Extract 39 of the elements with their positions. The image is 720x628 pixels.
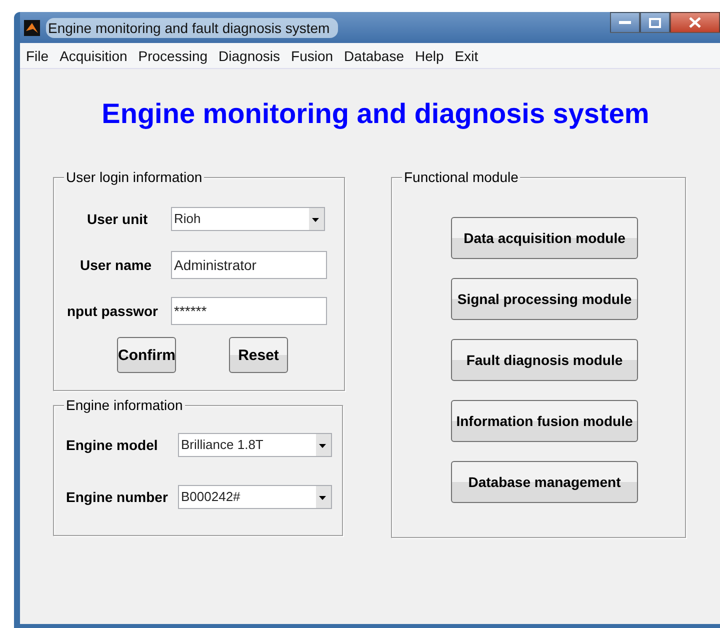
- close-icon: [689, 17, 701, 28]
- menu-item[interactable]: Exit: [448, 48, 484, 64]
- module-button[interactable]: Data acquisition module: [451, 217, 638, 259]
- menu-item[interactable]: Processing: [132, 48, 213, 64]
- menu-item[interactable]: Diagnosis: [212, 48, 286, 64]
- field-label: Engine number: [66, 489, 169, 505]
- dropdown[interactable]: Brilliance 1.8T: [178, 433, 332, 457]
- action-button[interactable]: Confirm: [117, 337, 176, 373]
- field-label: Engine model: [66, 437, 159, 453]
- dropdown[interactable]: B000242#: [178, 485, 332, 509]
- page-heading: Engine monitoring and diagnosis system: [100, 97, 650, 131]
- close-button[interactable]: [670, 12, 720, 33]
- caret-icon: [319, 444, 326, 448]
- menu-item[interactable]: Database: [338, 48, 409, 64]
- module-button[interactable]: Signal processing module: [451, 278, 638, 320]
- maximize-button[interactable]: [640, 12, 670, 33]
- menu-item[interactable]: Help: [408, 48, 449, 64]
- group-title: Engine information: [64, 397, 185, 414]
- menu-item[interactable]: Acquisition: [54, 48, 132, 64]
- dropdown[interactable]: Rioh: [171, 207, 325, 231]
- group-title: User login information: [64, 169, 204, 186]
- module-button[interactable]: Fault diagnosis module: [451, 339, 638, 381]
- input-field[interactable]: ******: [171, 297, 327, 325]
- module-button[interactable]: Database management: [451, 461, 638, 503]
- app-icon: [24, 20, 40, 36]
- field-label: nput passwor: [67, 303, 160, 319]
- caret-icon: [319, 496, 326, 500]
- window-title: Engine monitoring and fault diagnosis system: [46, 18, 338, 38]
- minimize-button[interactable]: [610, 12, 640, 33]
- input-field[interactable]: Administrator: [171, 251, 327, 279]
- caret-icon: [312, 218, 319, 222]
- minimize-icon: [619, 21, 631, 24]
- action-button[interactable]: Reset: [229, 337, 288, 373]
- menu-item[interactable]: Fusion: [285, 48, 338, 64]
- field-label: User unit: [87, 211, 149, 227]
- menu-item[interactable]: File: [20, 48, 54, 64]
- field-label: User name: [80, 257, 153, 273]
- maximize-icon: [649, 18, 661, 28]
- module-button[interactable]: Information fusion module: [451, 400, 638, 442]
